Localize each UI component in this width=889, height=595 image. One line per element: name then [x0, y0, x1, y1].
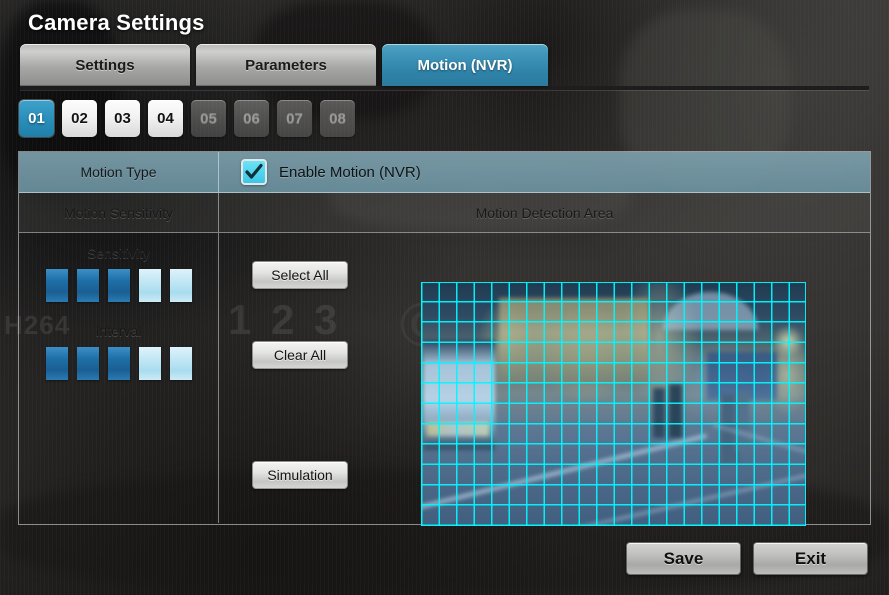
sensitivity-bar-5[interactable] — [169, 269, 192, 302]
channel-04-label: 04 — [157, 110, 174, 127]
channel-05-label: 05 — [200, 110, 217, 127]
channel-03-label: 03 — [114, 110, 131, 127]
sensitivity-title: Sensitivity — [86, 245, 151, 261]
channel-button-01[interactable]: 01 — [19, 100, 54, 137]
section-header-row: Motion Sensitivity Motion Detection Area — [19, 193, 870, 233]
page-title: Camera Settings — [28, 10, 205, 35]
sensitivity-slider-block: Sensitivity — [19, 245, 218, 302]
sensitivity-bar-1[interactable] — [45, 269, 68, 302]
motion-type-value: Enable Motion (NVR) — [219, 152, 870, 192]
channel-07-label: 07 — [286, 110, 303, 127]
sensitivity-column: Sensitivity Interval — [19, 233, 219, 523]
channel-button-04[interactable]: 04 — [148, 100, 183, 137]
sensitivity-bar-3[interactable] — [107, 269, 130, 302]
motion-settings-panel: Motion Type Enable Motion (NVR) Motion S… — [18, 151, 871, 526]
detection-column: Select All Clear All Simulation — [219, 233, 870, 526]
channel-button-05: 05 — [191, 100, 226, 137]
interval-bar-5[interactable] — [169, 347, 192, 380]
motion-detection-area-header: Motion Detection Area — [475, 204, 614, 221]
sensitivity-bars — [19, 269, 218, 302]
interval-bars — [19, 347, 218, 380]
camera-settings-window: H264 1 2 3 Ⓒ Camera Settings Settings Pa… — [0, 0, 889, 595]
check-icon — [245, 163, 263, 179]
interval-bar-2[interactable] — [76, 347, 99, 380]
motion-detection-grid[interactable] — [421, 282, 806, 526]
motion-type-label: Motion Type — [19, 152, 219, 192]
interval-bar-3[interactable] — [107, 347, 130, 380]
tab-motion-nvr-label: Motion (NVR) — [417, 56, 513, 74]
motion-sensitivity-header: Motion Sensitivity — [19, 193, 219, 232]
interval-bar-1[interactable] — [45, 347, 68, 380]
grid-lines-overlay[interactable] — [421, 282, 806, 526]
channel-button-02[interactable]: 02 — [62, 100, 97, 137]
tab-underline — [20, 86, 869, 90]
tab-settings-label: Settings — [75, 56, 135, 74]
tab-bar: Settings Parameters Motion (NVR) — [20, 44, 869, 90]
motion-type-row: Motion Type Enable Motion (NVR) — [19, 152, 870, 193]
save-label: Save — [663, 548, 704, 568]
clear-all-label: Clear All — [273, 347, 327, 363]
tab-settings[interactable]: Settings — [20, 44, 190, 86]
tab-parameters[interactable]: Parameters — [196, 44, 376, 86]
exit-button[interactable]: Exit — [753, 542, 868, 575]
sensitivity-bar-4[interactable] — [138, 269, 161, 302]
sensitivity-bar-2[interactable] — [76, 269, 99, 302]
channel-button-07: 07 — [277, 100, 312, 137]
channel-button-03[interactable]: 03 — [105, 100, 140, 137]
enable-motion-checkbox[interactable] — [241, 159, 267, 185]
enable-motion-label: Enable Motion (NVR) — [279, 163, 421, 181]
tab-parameters-label: Parameters — [245, 56, 327, 74]
panel-body: Sensitivity Interval Select All Clear Al… — [19, 233, 870, 526]
simulation-label: Simulation — [267, 467, 333, 483]
channel-button-08: 08 — [320, 100, 355, 137]
channel-selector: 01 02 03 04 05 06 07 08 — [19, 100, 355, 137]
tab-motion-nvr[interactable]: Motion (NVR) — [382, 44, 548, 86]
interval-slider-block: Interval — [19, 323, 218, 380]
channel-08-label: 08 — [329, 110, 346, 127]
clear-all-button[interactable]: Clear All — [252, 341, 348, 369]
channel-06-label: 06 — [243, 110, 260, 127]
save-button[interactable]: Save — [626, 542, 741, 575]
channel-02-label: 02 — [71, 110, 88, 127]
channel-button-06: 06 — [234, 100, 269, 137]
interval-title: Interval — [95, 323, 142, 339]
select-all-button[interactable]: Select All — [252, 261, 348, 289]
select-all-label: Select All — [271, 267, 329, 283]
exit-label: Exit — [794, 548, 827, 568]
interval-bar-4[interactable] — [138, 347, 161, 380]
channel-01-label: 01 — [28, 110, 45, 127]
simulation-button[interactable]: Simulation — [252, 461, 348, 489]
